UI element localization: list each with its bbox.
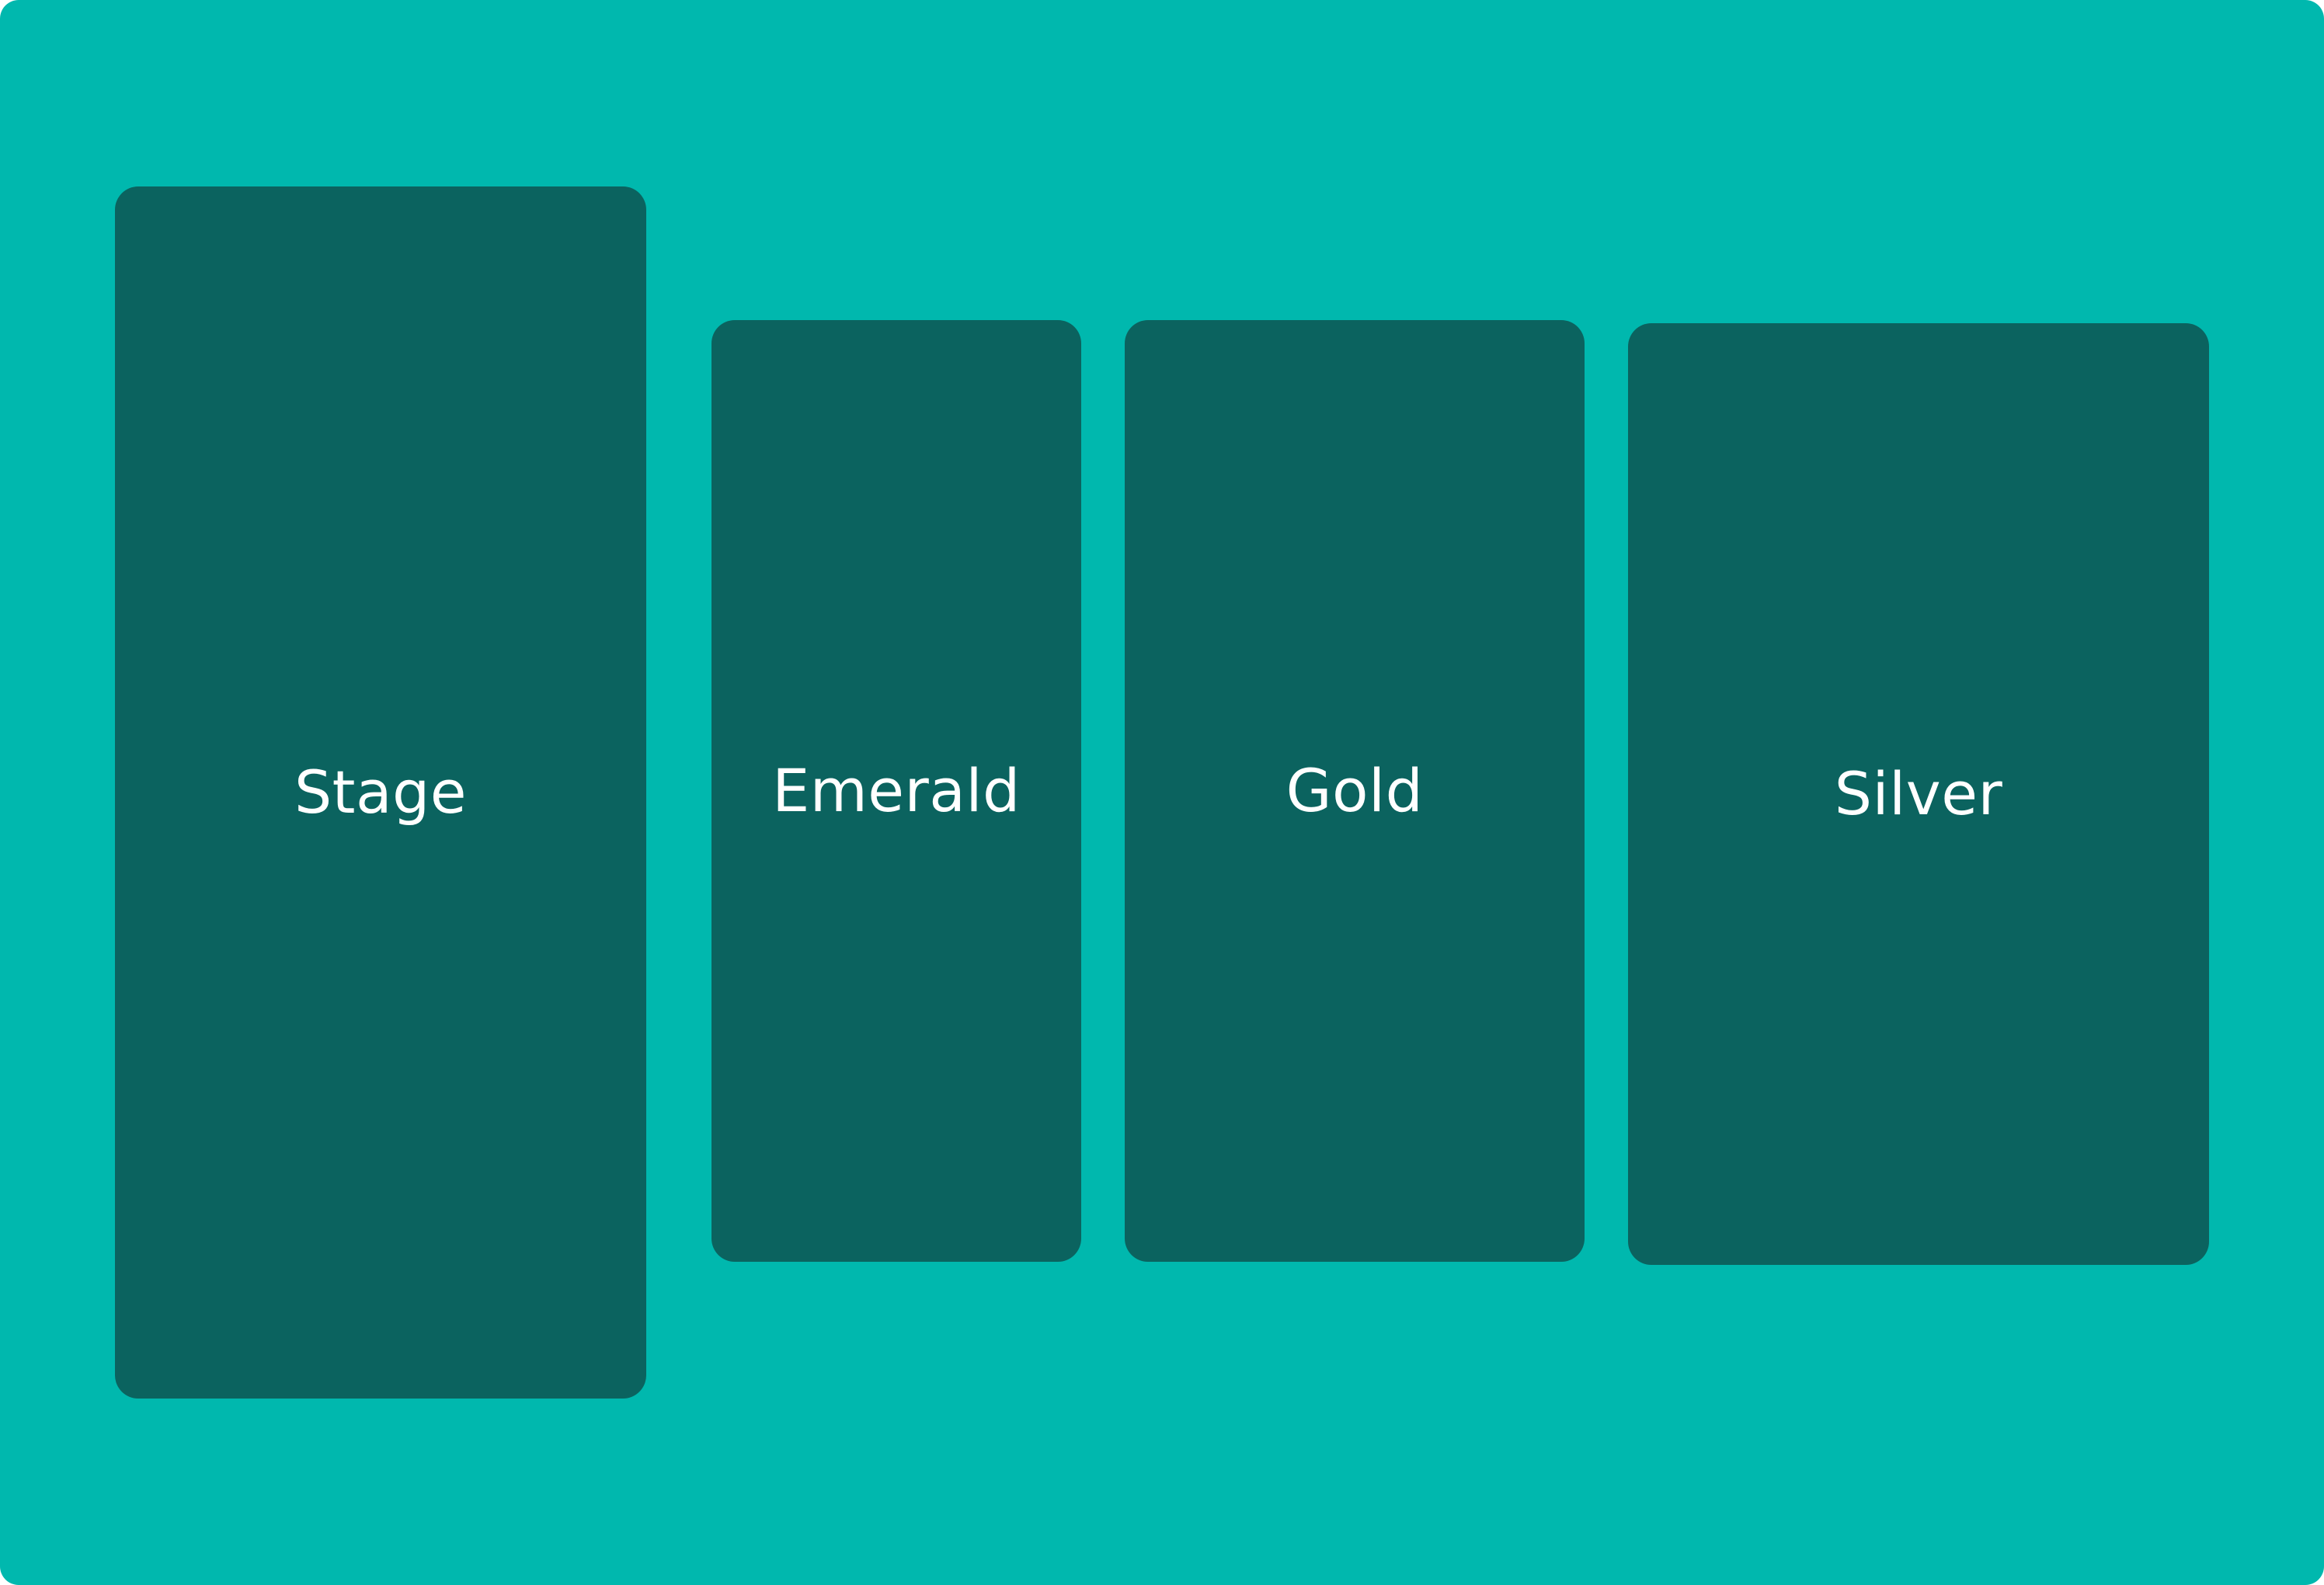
emerald-label: Emerald bbox=[772, 756, 1021, 825]
gold-zone: Gold bbox=[1125, 320, 1585, 1262]
gold-label: Gold bbox=[1286, 756, 1424, 825]
emerald-zone: Emerald bbox=[711, 320, 1081, 1262]
silver-label: Silver bbox=[1834, 759, 2003, 828]
stage-zone: Stage bbox=[115, 186, 646, 1399]
venue-seating-diagram: Stage Emerald Gold Silver bbox=[0, 0, 2324, 1585]
silver-zone: Silver bbox=[1628, 323, 2209, 1265]
stage-label: Stage bbox=[294, 758, 468, 827]
